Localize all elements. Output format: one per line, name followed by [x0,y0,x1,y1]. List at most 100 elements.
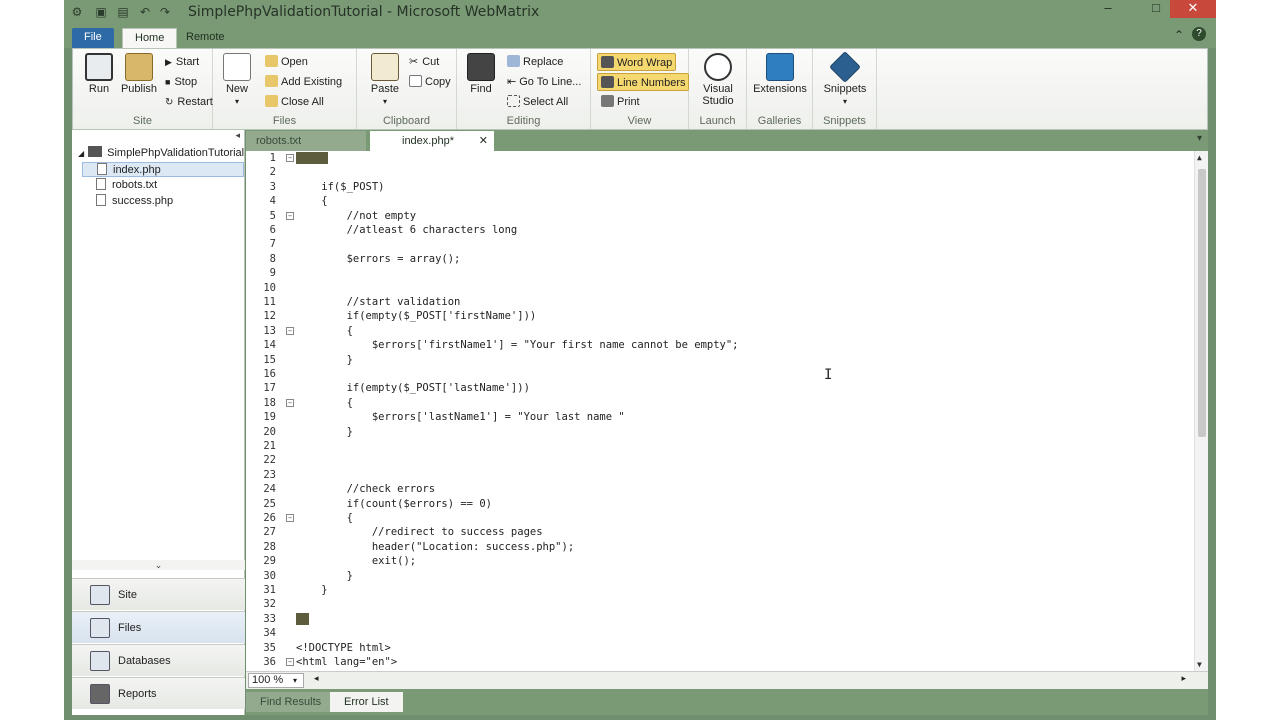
tab-index-php[interactable]: index.php* ✕ [370,131,494,151]
code-line[interactable]: 33 ?> [246,612,1186,626]
fold-toggle-icon[interactable]: − [286,326,294,335]
expand-arrow-icon[interactable]: ◢ [78,149,84,158]
code-line[interactable]: 29 exit(); [246,554,1186,568]
tree-item-index-php[interactable]: index.php [82,162,244,177]
code-line[interactable]: 17 if(empty($_POST['lastName'])) [246,381,1186,395]
code-line[interactable]: 20 } [246,425,1186,439]
code-line[interactable]: 15 } [246,353,1186,367]
close-all-button[interactable]: Close All [265,93,324,111]
replace-button[interactable]: Replace [507,53,563,71]
snippets-button[interactable]: Snippets ▾ [821,51,869,107]
close-window-button[interactable]: ✕ [1170,0,1216,18]
fold-toggle-icon[interactable]: − [286,514,294,522]
scroll-up-icon[interactable]: ▲ [1197,153,1202,162]
code-line[interactable]: 31 } [246,583,1186,597]
workspace-databases-button[interactable]: Databases [72,644,245,676]
code-line[interactable]: 5 − //not empty [246,209,1186,223]
scroll-left-icon[interactable]: ◂ [314,673,319,684]
save-all-icon[interactable]: ▤ [116,5,130,19]
save-icon[interactable]: ▣ [94,5,108,19]
code-line[interactable]: 23 [246,468,1186,482]
new-button[interactable]: New ▾ [215,53,259,107]
fold-toggle-icon[interactable]: − [286,154,294,162]
code-line[interactable]: 36 − <html lang="en"> [246,655,1186,669]
visual-studio-button[interactable]: Visual Studio [695,53,741,107]
code-line[interactable]: 10 [246,281,1186,295]
scroll-right-icon[interactable]: ▸ [1181,673,1186,684]
scrollbar-thumb[interactable] [1198,169,1206,437]
code-line[interactable]: 18 − { [246,396,1186,410]
word-wrap-toggle[interactable]: Word Wrap [597,53,677,71]
open-button[interactable]: Open [265,53,308,71]
code-line[interactable]: 6 //atleast 6 characters long [246,223,1186,237]
line-numbers-toggle[interactable]: Line Numbers [597,73,690,91]
code-line[interactable]: 8 $errors = array(); [246,252,1186,266]
tab-error-list[interactable]: Error List [330,692,403,712]
fold-toggle-icon[interactable]: − [286,398,294,407]
code-line[interactable]: 1 − <?php [246,151,1186,165]
workspace-files-button[interactable]: Files [72,611,245,643]
code-editor[interactable]: 1− <?php 2 3 if($_POST) 4 {5− //not empty 6 /… [246,151,1208,671]
vertical-scrollbar[interactable]: ▲ ▼ [1194,151,1208,671]
tree-item-success-php[interactable]: success.php [82,194,244,209]
close-tab-icon[interactable]: ✕ [479,131,488,151]
workspace-reports-button[interactable]: Reports [72,677,245,709]
code-line[interactable]: 7 [246,237,1186,251]
undo-icon[interactable]: ↶ [138,5,152,19]
code-line[interactable]: 28 header("Location: success.php"); [246,540,1186,554]
code-line[interactable]: 3 if($_POST) [246,180,1186,194]
collapse-panel-icon[interactable]: ◂ [235,130,240,141]
print-button[interactable]: Print [601,93,640,111]
workspace-site-button[interactable]: Site [72,578,245,610]
zoom-select[interactable]: 100 % ▾ [248,673,304,688]
code-line[interactable]: 35 <!DOCTYPE html> [246,641,1186,655]
code-line[interactable]: 12 if(empty($_POST['firstName'])) [246,309,1186,323]
code-line[interactable]: 24 //check errors [246,482,1186,496]
code-line[interactable]: 2 [246,165,1186,179]
restart-button[interactable]: ↻ Restart [165,93,213,111]
code-line[interactable]: 13 − { [246,324,1186,338]
fold-toggle-icon[interactable]: − [286,211,294,220]
run-button[interactable]: Run [77,53,121,95]
collapse-ribbon-icon[interactable]: ⌃ [1174,28,1184,42]
extensions-button[interactable]: Extensions [751,53,809,95]
tab-remote[interactable]: Remote [174,28,237,48]
code-line[interactable]: 9 [246,266,1186,280]
code-line[interactable]: 30 } [246,569,1186,583]
redo-icon[interactable]: ↷ [158,5,172,19]
tab-find-results[interactable]: Find Results [246,692,336,712]
code-line[interactable]: 22 [246,453,1186,467]
minimize-button[interactable]: – [1094,0,1122,18]
start-button[interactable]: ▶ Start [165,53,199,71]
code-line[interactable]: 19 $errors['lastName1'] = "Your last nam… [246,410,1186,424]
code-line[interactable]: 14 $errors['firstName1'] = "Your first n… [246,338,1186,352]
tab-home[interactable]: Home [122,28,178,48]
tab-file[interactable]: File [72,28,114,48]
stop-button[interactable]: ■ Stop [165,73,197,91]
code-line[interactable]: 26 − { [246,511,1186,525]
select-all-button[interactable]: Select All [507,93,568,111]
code-line[interactable]: 11 //start validation [246,295,1186,309]
code-line[interactable]: 25 if(count($errors) == 0) [246,497,1186,511]
tree-root[interactable]: ◢ SimplePhpValidationTutorial [78,146,244,159]
code-line[interactable]: 32 [246,597,1186,611]
panel-splitter[interactable]: ⌄ [72,560,245,570]
maximize-button[interactable]: □ [1142,0,1170,18]
code-line[interactable]: 27 //redirect to success pages [246,525,1186,539]
code-line[interactable]: 21 [246,439,1186,453]
copy-button[interactable]: Copy [409,73,451,91]
code-line[interactable]: 4 { [246,194,1186,208]
scroll-down-icon[interactable]: ▼ [1197,660,1202,669]
find-button[interactable]: Find [459,53,503,95]
go-to-line-button[interactable]: ⇤ Go To Line... [507,73,581,91]
fold-toggle-icon[interactable]: − [286,658,294,666]
publish-button[interactable]: Publish [117,53,161,95]
code-line[interactable]: 16 [246,367,1186,381]
code-line[interactable]: 34 [246,626,1186,640]
help-icon[interactable]: ? [1192,27,1206,41]
paste-button[interactable]: Paste ▾ [363,53,407,107]
tab-robots-txt[interactable]: robots.txt [246,131,366,151]
cut-button[interactable]: ✂ Cut [409,53,439,71]
tab-overflow-icon[interactable]: ▾ [1197,133,1202,144]
tree-item-robots-txt[interactable]: robots.txt [82,178,244,193]
